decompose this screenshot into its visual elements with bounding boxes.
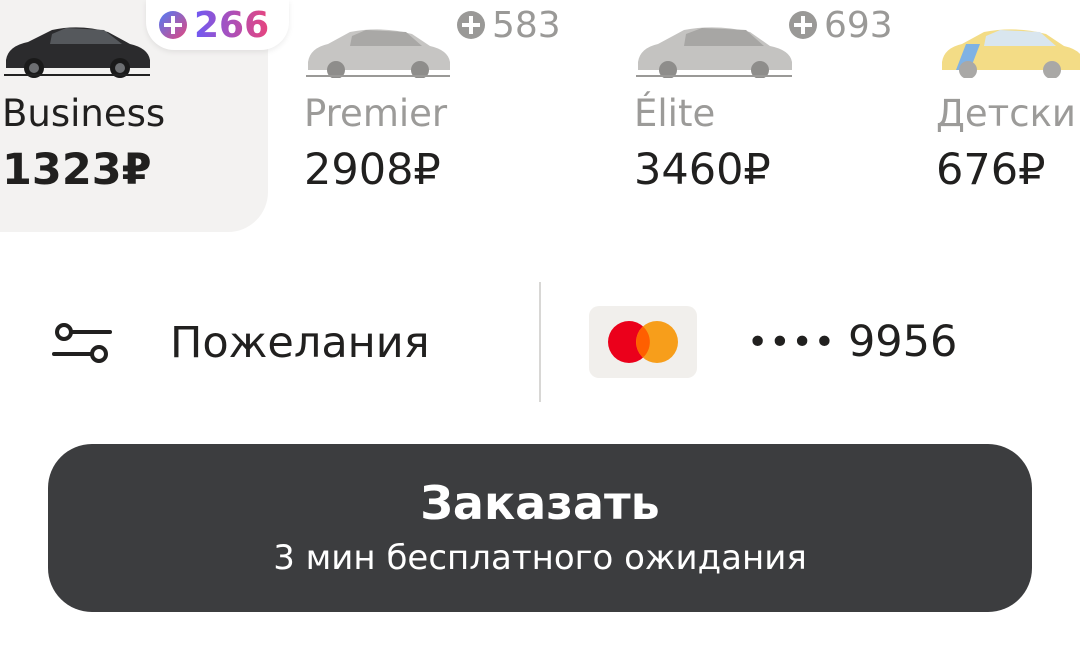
mastercard-icon — [608, 321, 678, 363]
card-mask: •••• — [747, 321, 836, 363]
wishes-label: Пожелания — [170, 318, 430, 368]
order-title: Заказать — [420, 476, 660, 530]
cashback-value: 266 — [194, 4, 270, 46]
tariff-child[interactable]: Детски 676₽ — [928, 0, 1080, 232]
tariff-price: 2908₽ — [304, 145, 441, 195]
car-elite-icon — [636, 27, 792, 78]
tariff-name: Детски — [936, 92, 1076, 135]
tariff-carousel: Business 1323₽ 266 Premier 2908₽ 583 Éli… — [0, 0, 1080, 240]
tariff-price: 1323₽ — [2, 145, 152, 195]
plus-cashback-icon — [789, 11, 817, 39]
tariff-name: Élite — [634, 92, 716, 135]
payment-method-button[interactable]: •••• 9956 — [589, 305, 957, 379]
tariff-price: 3460₽ — [634, 145, 771, 195]
car-child-icon — [942, 29, 1080, 78]
plus-cashback-icon — [159, 11, 187, 39]
tariff-price: 676₽ — [936, 145, 1046, 195]
plus-cashback-icon — [457, 11, 485, 39]
cashback-badge: 266 — [146, 0, 290, 50]
order-button[interactable]: Заказать 3 мин бесплатного ожидания — [48, 444, 1032, 612]
cashback-value: 583 — [492, 4, 561, 46]
options-divider — [539, 282, 541, 402]
wishes-button[interactable]: Пожелания — [52, 300, 430, 386]
order-subtitle: 3 мин бесплатного ожидания — [273, 538, 807, 578]
card-last4: 9956 — [847, 317, 958, 367]
cashback-badge: 693 — [788, 0, 893, 50]
car-premier-icon — [306, 29, 450, 78]
sliders-icon — [52, 323, 112, 363]
order-options: Пожелания •••• 9956 — [0, 280, 1080, 405]
tariff-name: Business — [2, 92, 166, 135]
cashback-badge: 583 — [456, 0, 561, 50]
cashback-value: 693 — [824, 4, 893, 46]
car-business-icon — [4, 27, 150, 78]
tariff-name: Premier — [304, 92, 448, 135]
card-badge — [589, 306, 697, 378]
